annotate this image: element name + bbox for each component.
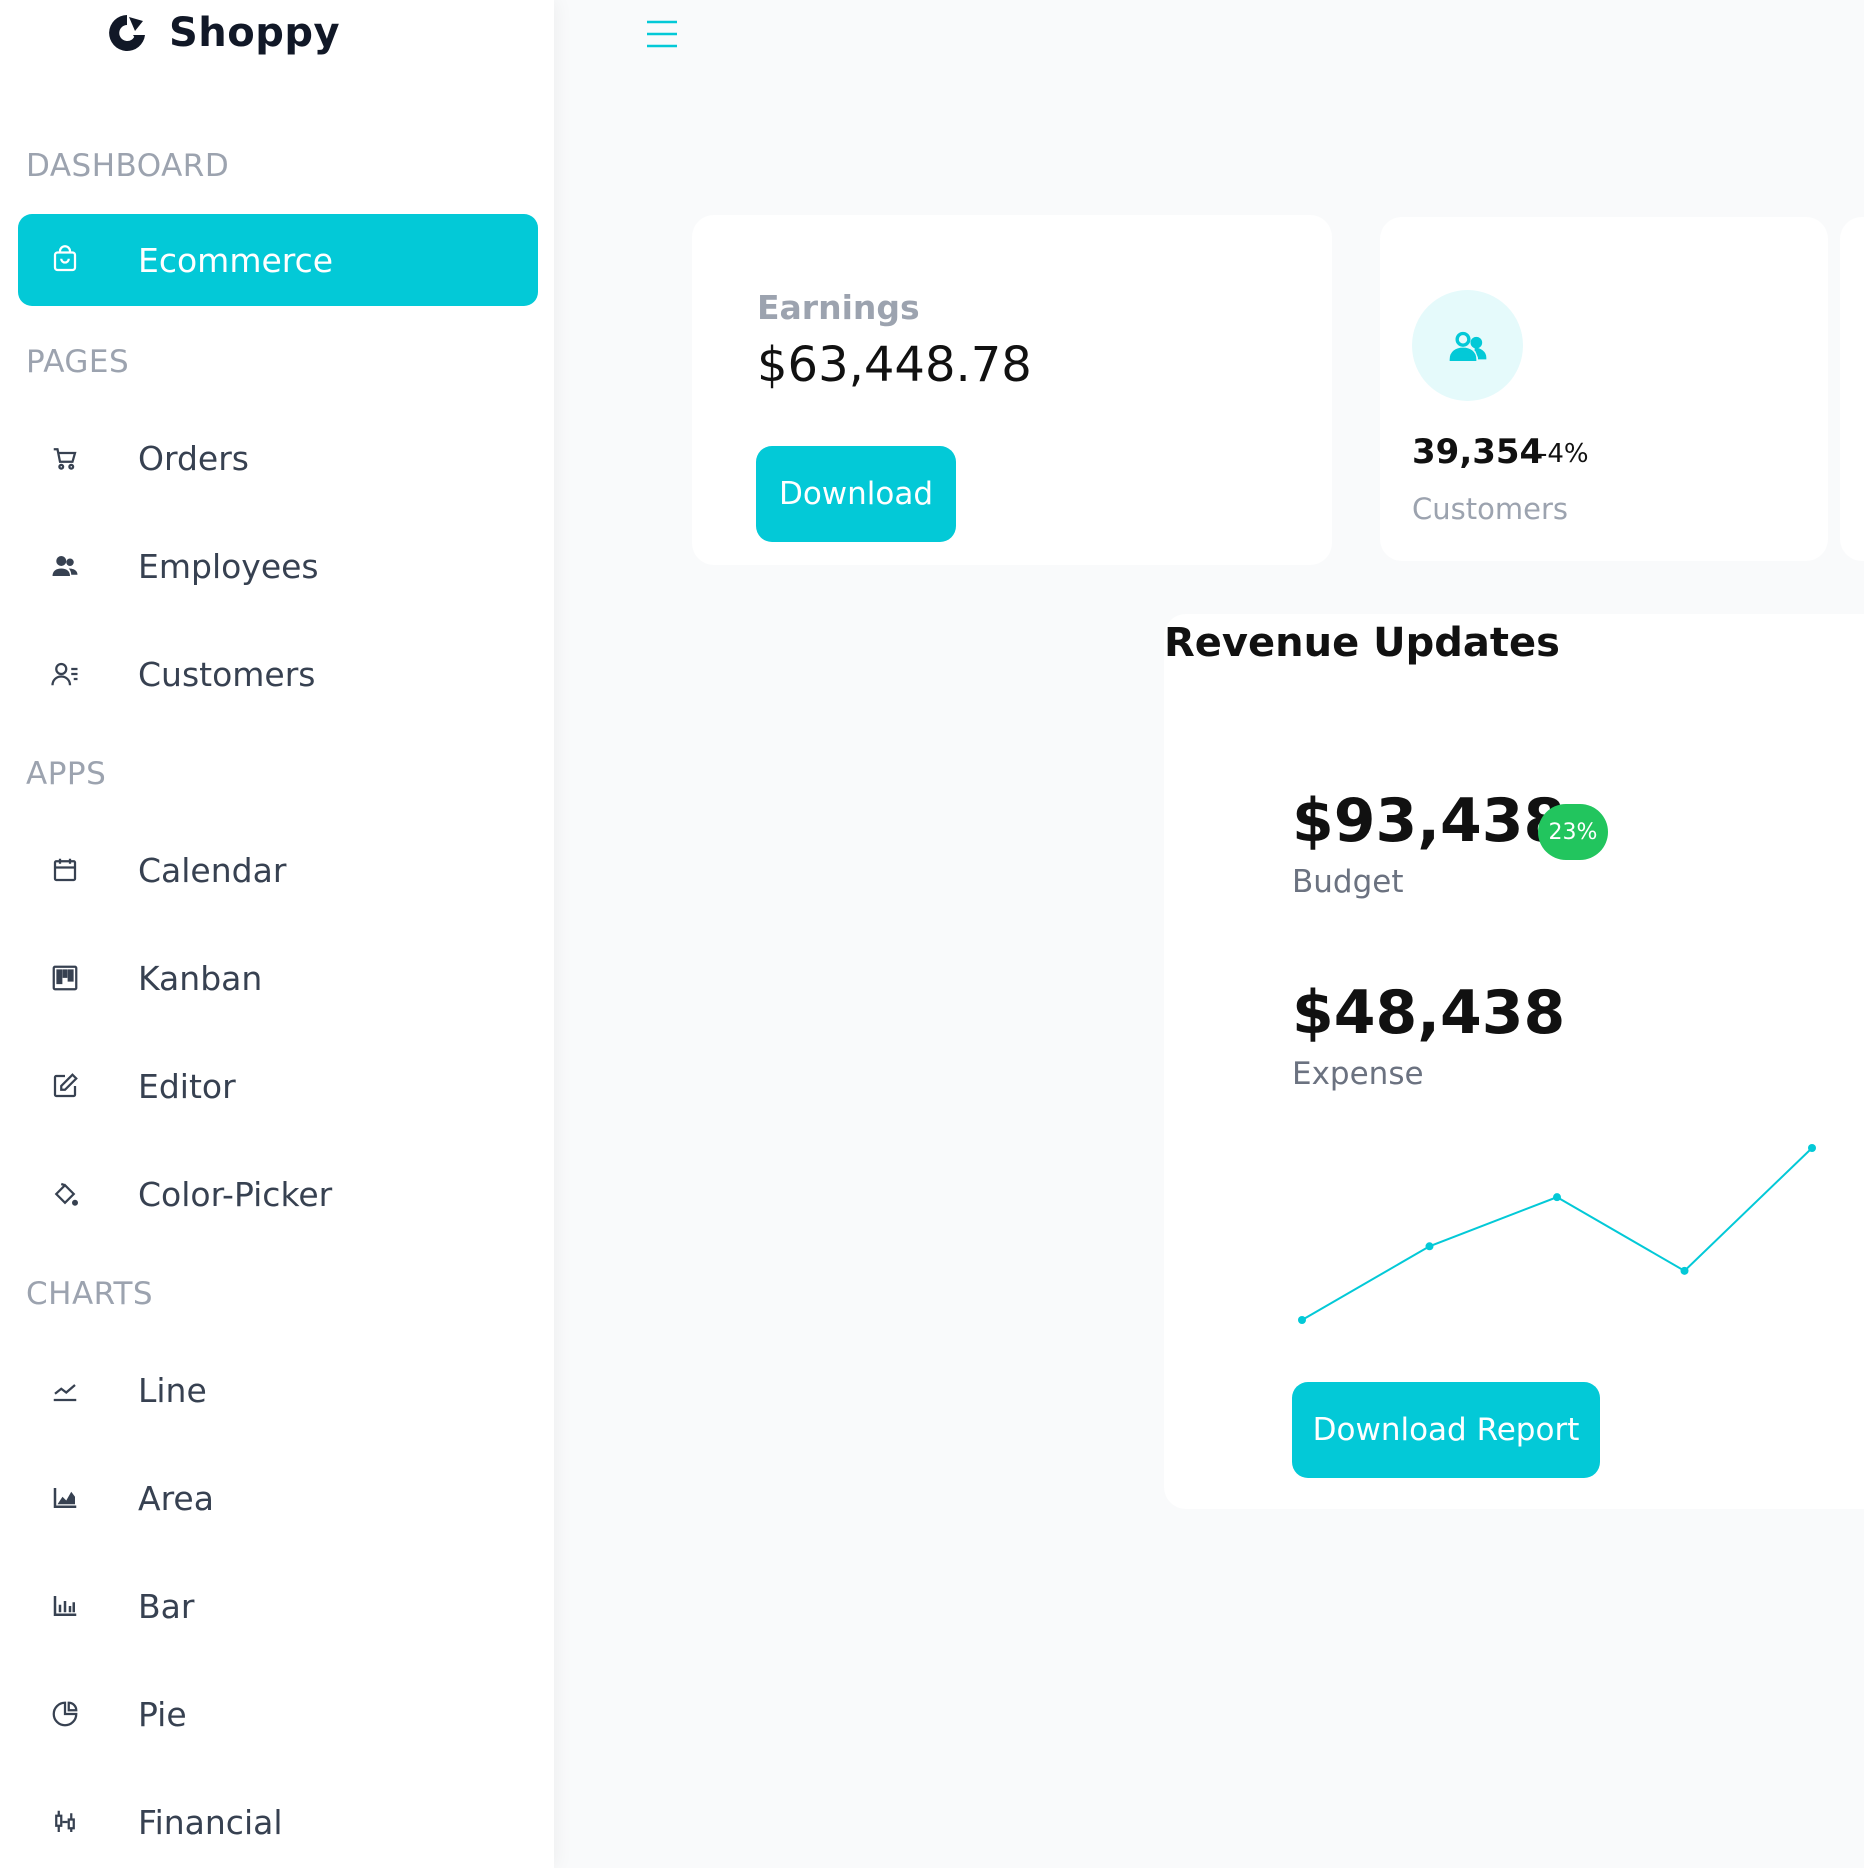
earnings-card: Earnings $63,448.78 Download <box>692 215 1332 565</box>
section-pages: PAGES <box>26 344 130 380</box>
sidebar-item-label: Line <box>138 1370 207 1410</box>
sidebar-item-editor[interactable]: Editor <box>18 1040 538 1132</box>
section-charts: CHARTS <box>26 1276 154 1312</box>
revenue-updates-card: Revenue Updates $93,438 23% Budget $48,4… <box>1164 614 1864 1509</box>
hamburger-menu-icon[interactable] <box>644 16 680 52</box>
sidebar-item-pie[interactable]: Pie <box>18 1668 538 1760</box>
sidebar-item-color-picker[interactable]: Color-Picker <box>18 1148 538 1240</box>
section-dashboard: DASHBOARD <box>26 148 230 184</box>
sidebar-item-label: Calendar <box>138 850 287 890</box>
sidebar-item-orders[interactable]: Orders <box>18 412 538 504</box>
revenue-sparkline <box>1298 1144 1816 1324</box>
sidebar-item-customers[interactable]: Customers <box>18 628 538 720</box>
sidebar-item-label: Bar <box>138 1586 195 1626</box>
sparkline-point <box>1298 1316 1306 1324</box>
sidebar-item-label: Employees <box>138 546 319 586</box>
paint-bucket-icon <box>48 1177 82 1211</box>
sparkline-point <box>1425 1242 1434 1251</box>
earnings-value: $63,448.78 <box>757 337 1032 393</box>
sidebar-item-financial[interactable]: Financial <box>18 1776 538 1868</box>
area-chart-icon <box>48 1481 82 1515</box>
customers-icon-circle[interactable] <box>1412 290 1523 401</box>
sidebar-item-label: Customers <box>138 654 316 694</box>
sparkline-point <box>1680 1266 1689 1275</box>
customers-card: 39,354 -4% Customers <box>1380 217 1828 561</box>
sparkline-point <box>1808 1144 1816 1152</box>
section-apps: APPS <box>26 756 107 792</box>
sparkline-line <box>1301 1147 1813 1321</box>
brand-name: Shoppy <box>169 10 341 56</box>
download-report-button[interactable]: Download Report <box>1292 1382 1600 1478</box>
revenue-title: Revenue Updates <box>1164 620 1560 666</box>
sidebar-item-label: Orders <box>138 438 249 478</box>
sidebar-item-label: Kanban <box>138 958 263 998</box>
candlestick-icon <box>48 1805 82 1839</box>
edit-icon <box>48 1069 82 1103</box>
brand-link[interactable]: Shoppy <box>105 10 340 56</box>
earnings-title: Earnings <box>757 288 920 327</box>
people-icon <box>1449 331 1486 361</box>
sidebar: Shoppy DASHBOARD Ecommerce PAGES Orders … <box>0 0 554 1868</box>
sidebar-item-kanban[interactable]: Kanban <box>18 932 538 1024</box>
sidebar-item-bar[interactable]: Bar <box>18 1560 538 1652</box>
download-button[interactable]: Download <box>756 446 956 542</box>
pie-chart-icon <box>48 1697 82 1731</box>
expense-label: Expense <box>1292 1056 1424 1092</box>
line-chart-icon <box>48 1373 82 1407</box>
sidebar-item-label: Ecommerce <box>138 240 334 280</box>
expense-value: $48,438 <box>1292 978 1566 1048</box>
customers-count: 39,354 <box>1412 432 1544 472</box>
customers-label: Customers <box>1412 492 1568 526</box>
shopping-bag-icon <box>48 243 82 277</box>
kanban-icon <box>48 961 82 995</box>
bar-chart-icon <box>48 1589 82 1623</box>
sidebar-item-employees[interactable]: Employees <box>18 520 538 612</box>
shoppy-logo-icon <box>109 15 145 51</box>
sidebar-item-area[interactable]: Area <box>18 1452 538 1544</box>
calendar-icon <box>48 853 82 887</box>
sidebar-item-label: Color-Picker <box>138 1174 333 1214</box>
people-icon <box>48 549 82 583</box>
customers-change: -4% <box>1538 439 1589 469</box>
next-card-edge <box>1840 217 1864 561</box>
sidebar-item-ecommerce[interactable]: Ecommerce <box>18 214 538 306</box>
sidebar-item-label: Financial <box>138 1802 283 1842</box>
budget-label: Budget <box>1292 864 1404 900</box>
cart-icon <box>48 441 82 475</box>
sidebar-item-line[interactable]: Line <box>18 1344 538 1436</box>
sparkline-point <box>1553 1193 1561 1202</box>
sidebar-item-calendar[interactable]: Calendar <box>18 824 538 916</box>
sidebar-item-label: Area <box>138 1478 214 1518</box>
sidebar-item-label: Editor <box>138 1066 236 1106</box>
budget-badge: 23% <box>1538 804 1608 860</box>
sidebar-item-label: Pie <box>138 1694 187 1734</box>
budget-value: $93,438 <box>1292 786 1566 856</box>
user-list-icon <box>48 657 82 691</box>
